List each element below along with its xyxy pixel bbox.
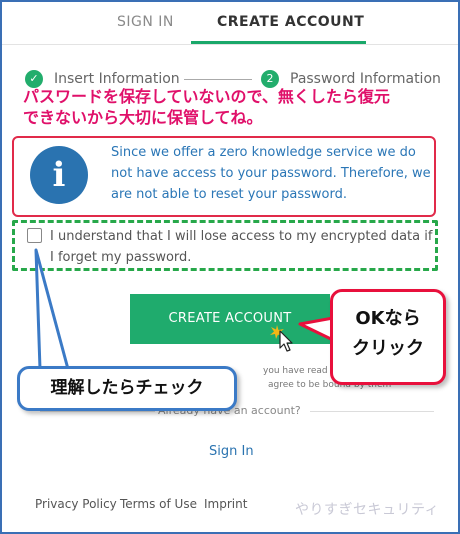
annotation-note: パスワードを保存していないので、無くしたら復元 できないから大切に保管してね。 (23, 86, 443, 128)
annotation-note-line-2: できないから大切に保管してね。 (23, 108, 263, 127)
privacy-policy-link[interactable]: Privacy Policy (35, 497, 117, 511)
step-2-label: Password Information (290, 71, 441, 87)
ok-click-callout: OKなら クリック (330, 289, 446, 385)
ok-callout-line-2: クリック (352, 338, 424, 359)
step-1-label: Insert Information (54, 71, 180, 87)
check-callout: 理解したらチェック (17, 366, 237, 411)
ok-callout-line-1: OKなら (355, 308, 421, 329)
consent-checkbox[interactable] (27, 228, 42, 243)
consent-label[interactable]: I understand that I will lose access to … (50, 226, 438, 268)
watermark: やりすぎセキュリティ (295, 502, 440, 518)
divider-right (310, 411, 434, 412)
annotation-note-line-1: パスワードを保存していないので、無くしたら復元 (23, 87, 390, 106)
tab-create-account[interactable]: CREATE ACCOUNT (217, 14, 364, 30)
create-account-button[interactable]: CREATE ACCOUNT (130, 294, 330, 344)
info-icon: i (30, 146, 88, 204)
divider-left (40, 411, 155, 412)
step-connector (184, 79, 252, 80)
terms-of-use-link[interactable]: Terms of Use (120, 497, 197, 511)
password-info-text: Since we offer a zero knowledge service … (111, 145, 431, 202)
mouse-cursor-icon (279, 330, 293, 352)
tab-divider (2, 44, 458, 45)
tab-sign-in[interactable]: SIGN IN (117, 14, 174, 30)
sign-in-link[interactable]: Sign In (209, 444, 254, 459)
imprint-link[interactable]: Imprint (204, 497, 247, 511)
